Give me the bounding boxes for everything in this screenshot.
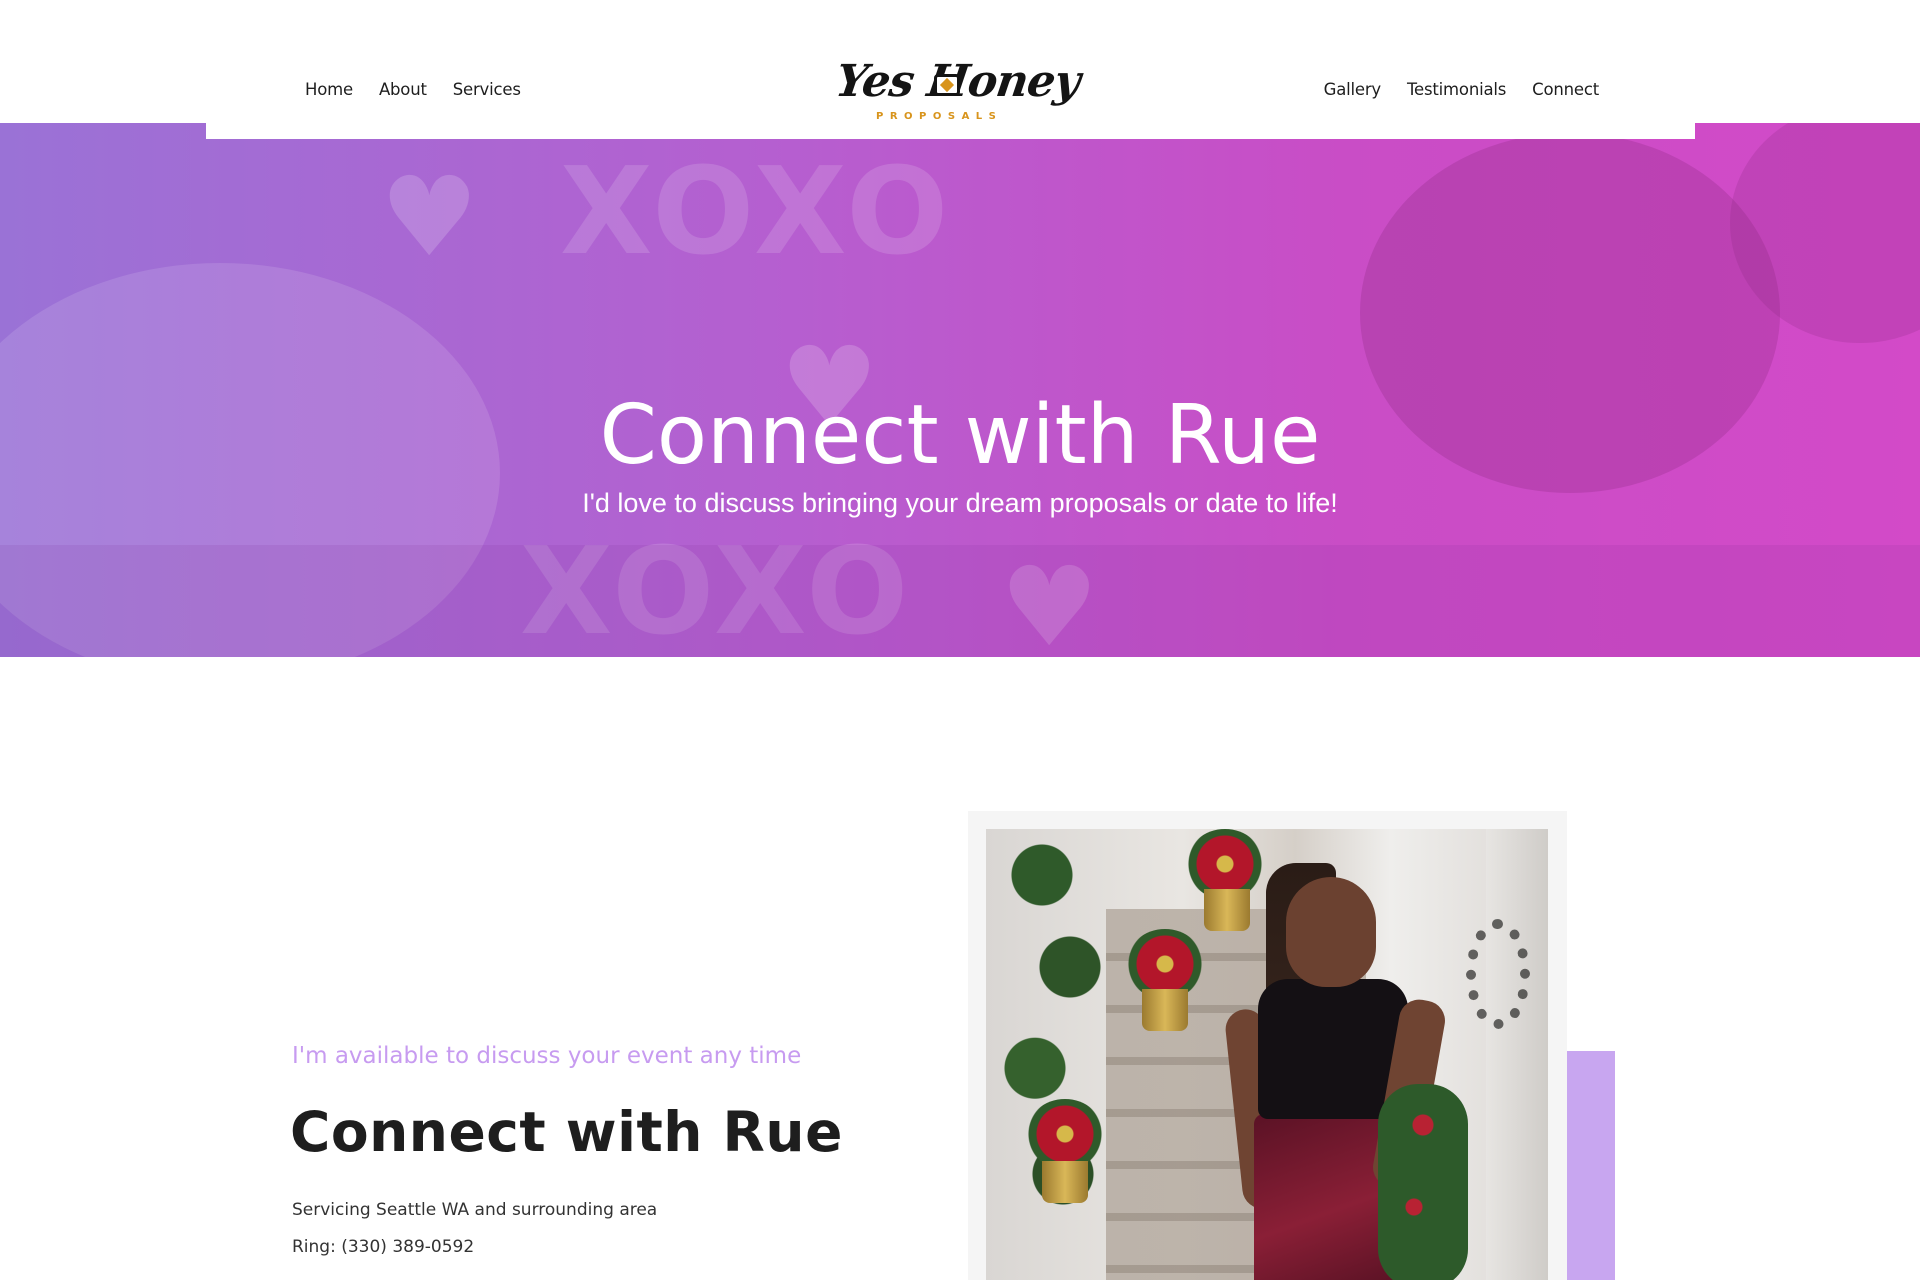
portrait-photo — [986, 829, 1548, 1280]
poinsettia-plant — [1026, 1099, 1104, 1169]
nav-services-link[interactable]: Services — [453, 80, 521, 99]
nav-left: Home About Services — [305, 80, 521, 99]
site-logo[interactable]: Yes Honey PROPOSALS — [828, 50, 1082, 136]
plant-pot — [1204, 889, 1250, 931]
logo-subtitle: PROPOSALS — [876, 111, 1003, 122]
nav-about-link[interactable]: About — [379, 80, 427, 99]
phone-text[interactable]: Ring: (330) 389-0592 — [292, 1237, 474, 1257]
accent-bar — [1567, 1051, 1615, 1280]
photo-door — [1486, 829, 1548, 1280]
holiday-garland — [1378, 1084, 1468, 1280]
plant-pot — [1042, 1161, 1088, 1203]
plant-pot — [1142, 989, 1188, 1031]
ring-box-icon — [934, 74, 960, 96]
section-title: Connect with Rue — [290, 1100, 843, 1164]
nav-gallery-link[interactable]: Gallery — [1324, 80, 1382, 99]
nav-home-link[interactable]: Home — [305, 80, 353, 99]
hero-lower-band — [0, 545, 1920, 657]
hero-decor-xo: XOXO — [560, 143, 953, 282]
service-area-text: Servicing Seattle WA and surrounding are… — [292, 1200, 658, 1220]
hero-title: Connect with Rue — [599, 388, 1321, 483]
site-header: Home About Services Yes Honey PROPOSALS … — [206, 0, 1695, 139]
photo-garland — [986, 829, 1126, 1280]
nav-right: Gallery Testimonials Connect — [1324, 80, 1600, 99]
nav-connect-link[interactable]: Connect — [1532, 80, 1599, 99]
wall-decor — [1466, 919, 1530, 1029]
hero-subtitle: I'd love to discuss bringing your dream … — [582, 488, 1338, 518]
availability-eyebrow: I'm available to discuss your event any … — [292, 1043, 802, 1069]
heart-icon: ♥ — [380, 153, 479, 281]
hero-banner: XOXO XOXO ♥ ♥ ♥ Connect with Rue I'd lov… — [0, 123, 1920, 657]
nav-testimonials-link[interactable]: Testimonials — [1407, 80, 1506, 99]
person-head — [1286, 877, 1376, 987]
